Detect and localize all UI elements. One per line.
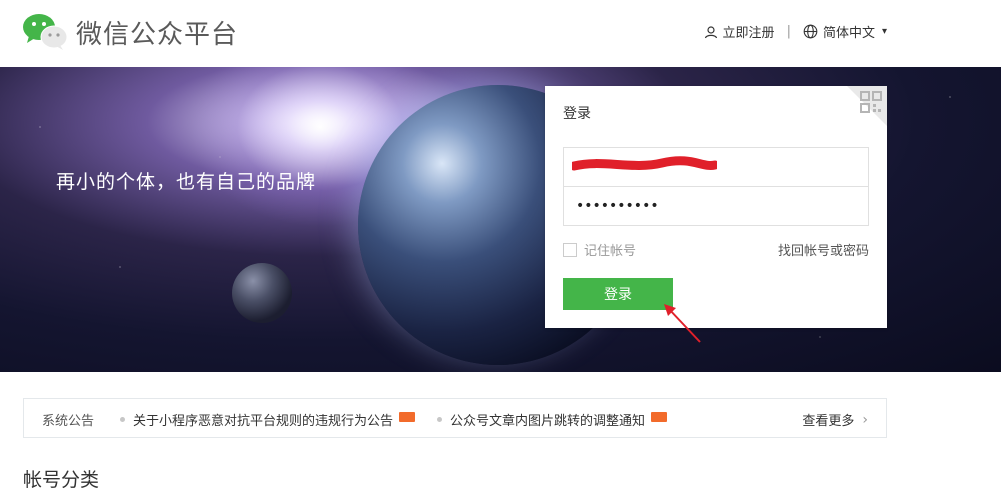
chevron-right-icon: › — [862, 411, 868, 428]
annotation-arrow-icon — [664, 304, 701, 343]
remember-account[interactable]: 记住帐号 — [563, 240, 636, 259]
remember-label: 记住帐号 — [584, 244, 637, 259]
notice-item[interactable]: 公众号文章内图片跳转的调整通知 — [437, 410, 668, 429]
notice-item-text: 关于小程序恶意对抗平台规则的违规行为公告 — [133, 414, 394, 429]
user-icon — [704, 25, 717, 38]
account-category-heading: 帐号分类 — [23, 469, 100, 491]
qr-code-icon — [860, 91, 882, 113]
login-title: 登录 — [563, 106, 591, 122]
notice-item[interactable]: 关于小程序恶意对抗平台规则的违规行为公告 — [120, 410, 416, 429]
remember-checkbox[interactable] — [563, 242, 577, 257]
globe-icon — [803, 24, 818, 39]
chevron-down-icon: ▾ — [881, 26, 887, 37]
register-link[interactable]: 立即注册 — [704, 22, 775, 41]
view-more-label: 查看更多 — [802, 414, 855, 429]
notice-label: 系统公告 — [42, 414, 95, 429]
language-selector[interactable]: 简体中文 ▾ — [803, 22, 887, 41]
login-button[interactable]: 登录 — [563, 278, 673, 310]
view-more-link[interactable]: 查看更多 › — [802, 410, 868, 430]
system-notice-bar: 系统公告 关于小程序恶意对抗平台规则的违规行为公告 公众号文章内图片跳转的调整通… — [23, 398, 887, 438]
login-panel: 登录 记住帐号 找回帐号或密码 登录 — [545, 86, 887, 328]
banner-slogan: 再小的个体，也有自己的品牌 — [56, 171, 317, 193]
register-label: 立即注册 — [722, 26, 775, 41]
brand-title: 微信公众平台 — [76, 20, 239, 50]
forgot-password-link[interactable]: 找回帐号或密码 — [778, 240, 869, 259]
bullet-dot-icon — [120, 417, 125, 422]
language-label: 简体中文 — [822, 26, 875, 41]
new-badge-icon — [651, 411, 668, 422]
notice-item-text: 公众号文章内图片跳转的调整通知 — [450, 414, 646, 429]
password-input[interactable] — [563, 186, 869, 226]
bullet-dot-icon — [437, 417, 442, 422]
username-input[interactable] — [563, 147, 869, 187]
top-header: 微信公众平台 立即注册 | 简体中文 ▾ — [0, 0, 1001, 67]
new-badge-icon — [399, 411, 416, 422]
qr-login-toggle[interactable] — [847, 86, 887, 126]
planet-small-decoration — [232, 263, 292, 323]
header-separator: | — [786, 24, 791, 39]
wechat-logo-icon[interactable] — [22, 12, 68, 50]
header-links: 立即注册 | 简体中文 ▾ — [704, 22, 887, 41]
